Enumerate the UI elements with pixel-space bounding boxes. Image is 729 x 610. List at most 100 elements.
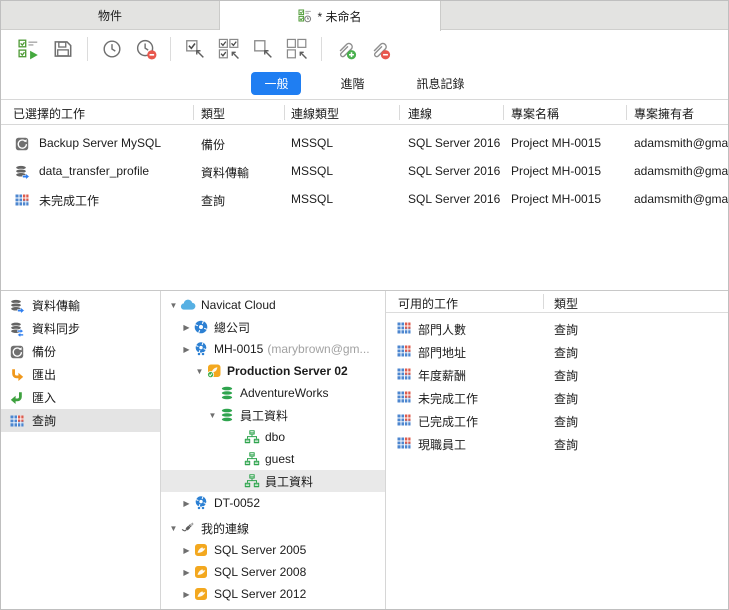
job-type-data-sync[interactable]: 資料同步 bbox=[1, 317, 160, 340]
backup-icon bbox=[14, 136, 30, 152]
tab-advanced[interactable]: 進階 bbox=[327, 72, 377, 95]
tab-general[interactable]: 一般 bbox=[251, 72, 302, 95]
tree-item-sql-server-2005[interactable]: SQL Server 2005 bbox=[161, 539, 385, 561]
job-type-export[interactable]: 匯出 bbox=[1, 363, 160, 386]
column-divider bbox=[626, 105, 627, 120]
table-row[interactable]: 未完成工作 查詢 MSSQL SQL Server 2016 Project M… bbox=[1, 188, 728, 212]
select-all-button[interactable] bbox=[214, 35, 244, 63]
available-job-row[interactable]: 未完成工作 查詢 bbox=[386, 386, 728, 409]
col-connection-type: 連線類型 bbox=[291, 107, 340, 121]
available-job-row[interactable]: 部門人數 查詢 bbox=[386, 317, 728, 340]
chevron-down-icon[interactable] bbox=[206, 411, 219, 420]
select-all-icon bbox=[218, 38, 240, 60]
batch-job-window: 物件 * 未命名 一般 進階 訊息記錄 已選擇的工作 類型 連線類型 連線 專案… bbox=[0, 0, 729, 610]
data-sync-icon bbox=[9, 321, 25, 337]
add-attachment-button[interactable] bbox=[331, 35, 361, 63]
tree-item-sql-server-2012[interactable]: SQL Server 2012 bbox=[161, 583, 385, 605]
server-online-icon bbox=[206, 363, 222, 379]
selected-jobs-header: 已選擇的工作 類型 連線類型 連線 專案名稱 專案擁有者 bbox=[1, 99, 728, 125]
query-icon bbox=[396, 389, 412, 405]
query-icon bbox=[396, 343, 412, 359]
tree-item-sql-server-2008[interactable]: SQL Server 2008 bbox=[161, 561, 385, 583]
delete-schedule-icon bbox=[135, 38, 157, 60]
available-job-row[interactable]: 部門地址 查詢 bbox=[386, 340, 728, 363]
chevron-down-icon[interactable] bbox=[167, 301, 180, 310]
query-icon bbox=[396, 320, 412, 336]
tree-item-navicat-cloud[interactable]: Navicat Cloud bbox=[161, 294, 385, 316]
col-type: 類型 bbox=[554, 297, 579, 311]
toolbar-separator bbox=[170, 37, 171, 61]
tree-item-head-office[interactable]: 總公司 bbox=[161, 316, 385, 338]
batch-job-icon bbox=[298, 9, 312, 23]
job-type-list: 資料傳輸 資料同步 備份 匯出 匯入 查詢 bbox=[1, 291, 161, 609]
tree-item-mh-0015[interactable]: MH-0015 (marybrown@gm... bbox=[161, 338, 385, 360]
available-jobs-panel: 可用的工作 類型 部門人數 查詢 部門地址 查詢 年度薪酬 查詢 未完成工作 查… bbox=[386, 291, 728, 609]
query-icon bbox=[396, 366, 412, 382]
tree-item-production-server-02[interactable]: Production Server 02 bbox=[161, 360, 385, 382]
tree-item-guest[interactable]: guest bbox=[161, 448, 385, 470]
deselect-button[interactable] bbox=[248, 35, 278, 63]
database-icon bbox=[219, 385, 235, 401]
import-icon bbox=[9, 390, 25, 406]
col-available-jobs: 可用的工作 bbox=[398, 297, 459, 311]
delete-schedule-button[interactable] bbox=[131, 35, 161, 63]
available-job-row[interactable]: 已完成工作 查詢 bbox=[386, 409, 728, 432]
chevron-down-icon[interactable] bbox=[167, 524, 180, 533]
tab-untitled-batch-job[interactable]: * 未命名 bbox=[220, 1, 441, 31]
section-tabs: 一般 進階 訊息記錄 bbox=[1, 68, 728, 99]
col-project-name: 專案名稱 bbox=[511, 107, 560, 121]
tree-item-dbo[interactable]: dbo bbox=[161, 426, 385, 448]
select-button[interactable] bbox=[180, 35, 210, 63]
tab-objects[interactable]: 物件 bbox=[1, 1, 220, 30]
chevron-right-icon[interactable] bbox=[180, 546, 193, 555]
organization-icon bbox=[193, 319, 209, 335]
col-connection: 連線 bbox=[408, 107, 433, 121]
tree-item-dt-0052[interactable]: DT-0052 bbox=[161, 492, 385, 514]
query-icon bbox=[9, 413, 25, 429]
deselect-all-button[interactable] bbox=[282, 35, 312, 63]
save-button[interactable] bbox=[48, 35, 78, 63]
job-type-import[interactable]: 匯入 bbox=[1, 386, 160, 409]
job-type-backup[interactable]: 備份 bbox=[1, 340, 160, 363]
backup-icon bbox=[9, 344, 25, 360]
project-owner-hint: (marybrown@gm... bbox=[267, 342, 370, 356]
tree-item-employee-database[interactable]: 員工資料 bbox=[161, 404, 385, 426]
table-row[interactable]: data_transfer_profile 資料傳輸 MSSQL SQL Ser… bbox=[1, 160, 728, 184]
toolbar-separator bbox=[321, 37, 322, 61]
deselect-all-icon bbox=[286, 38, 308, 60]
chevron-right-icon[interactable] bbox=[180, 323, 193, 332]
tree-item-my-connections[interactable]: 我的連線 bbox=[161, 517, 385, 539]
export-icon bbox=[9, 367, 25, 383]
select-icon bbox=[184, 38, 206, 60]
available-job-row[interactable]: 現職員工 查詢 bbox=[386, 432, 728, 455]
job-type-data-transfer[interactable]: 資料傳輸 bbox=[1, 294, 160, 317]
tree-item-employee-schema[interactable]: 員工資料 bbox=[161, 470, 385, 492]
available-job-row[interactable]: 年度薪酬 查詢 bbox=[386, 363, 728, 386]
job-type-query[interactable]: 查詢 bbox=[1, 409, 160, 432]
column-divider bbox=[543, 294, 544, 309]
deselect-icon bbox=[252, 38, 274, 60]
toolbar-separator bbox=[87, 37, 88, 61]
tab-bar: 物件 * 未命名 bbox=[1, 1, 728, 31]
available-jobs-header: 可用的工作 類型 bbox=[386, 291, 728, 313]
tree-item-amazon-rds[interactable]: Amazon RDS for SQL Server bbox=[161, 605, 385, 609]
run-batch-job-button[interactable] bbox=[14, 35, 44, 63]
sql-server-icon bbox=[193, 564, 209, 580]
my-connections-icon bbox=[180, 520, 196, 536]
project-icon bbox=[193, 341, 209, 357]
chevron-right-icon[interactable] bbox=[180, 568, 193, 577]
chevron-right-icon[interactable] bbox=[180, 499, 193, 508]
project-icon bbox=[193, 495, 209, 511]
sql-server-icon bbox=[193, 542, 209, 558]
chevron-down-icon[interactable] bbox=[193, 367, 206, 376]
col-selected-jobs: 已選擇的工作 bbox=[13, 107, 86, 121]
table-row[interactable]: Backup Server MySQL 備份 MSSQL SQL Server … bbox=[1, 132, 728, 156]
remove-attachment-button[interactable] bbox=[365, 35, 395, 63]
set-schedule-button[interactable] bbox=[97, 35, 127, 63]
schema-icon bbox=[244, 429, 260, 445]
chevron-right-icon[interactable] bbox=[180, 590, 193, 599]
tree-item-adventureworks[interactable]: AdventureWorks bbox=[161, 382, 385, 404]
column-divider bbox=[503, 105, 504, 120]
chevron-right-icon[interactable] bbox=[180, 345, 193, 354]
tab-message-log[interactable]: 訊息記錄 bbox=[404, 72, 478, 95]
